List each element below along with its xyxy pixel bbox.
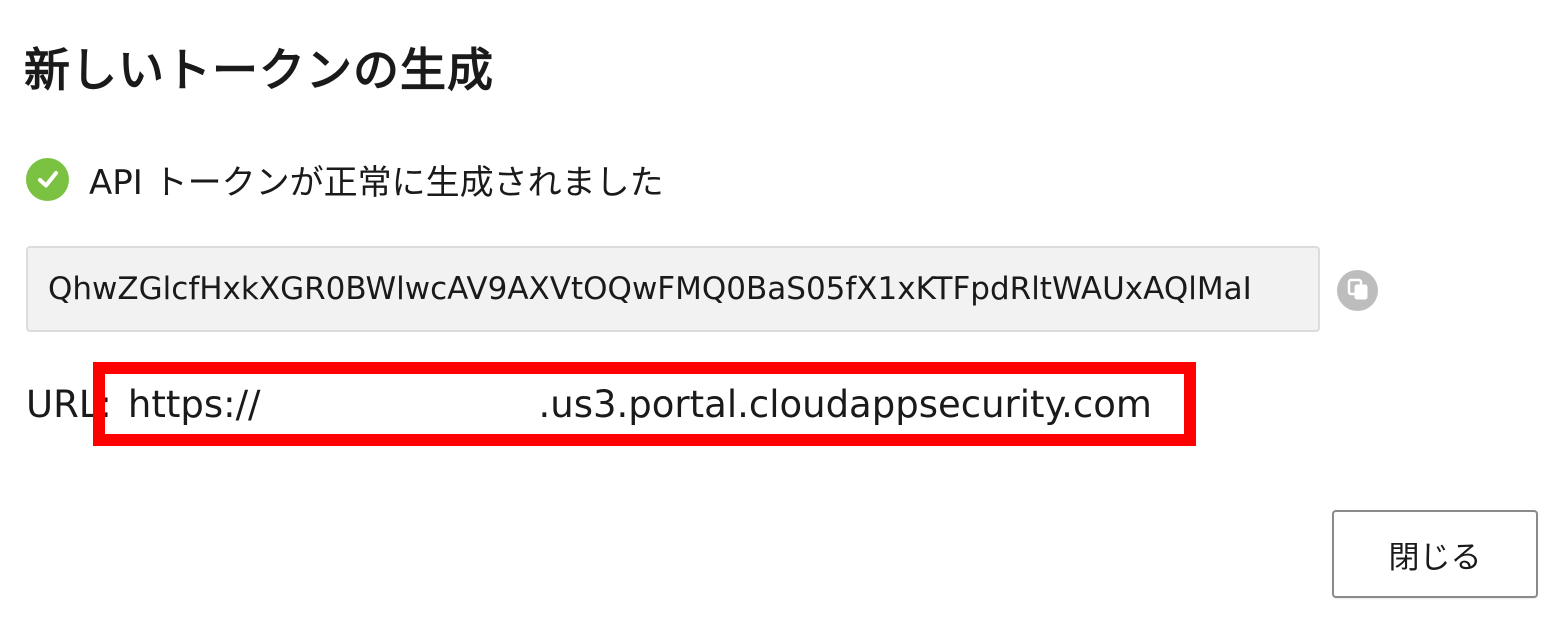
copy-icon	[1346, 277, 1370, 305]
copy-token-button[interactable]	[1337, 270, 1378, 311]
api-token-value[interactable]: QhwZGlcfHxkXGR0BWlwcAV9AXVtOQwFMQ0BaS05f…	[48, 271, 1252, 307]
url-highlight-box	[93, 362, 1196, 446]
dialog-title: 新しいトークンの生成	[24, 43, 494, 97]
success-message-row: API トークンが正常に生成されました	[26, 156, 664, 203]
success-message: API トークンが正常に生成されました	[89, 162, 664, 203]
generate-token-dialog: 新しいトークンの生成 API トークンが正常に生成されました QhwZGlcfH…	[0, 0, 1550, 619]
api-token-field[interactable]: QhwZGlcfHxkXGR0BWlwcAV9AXVtOQwFMQ0BaS05f…	[26, 246, 1320, 332]
check-circle-icon	[26, 157, 69, 201]
close-button[interactable]: 閉じる	[1332, 510, 1538, 598]
